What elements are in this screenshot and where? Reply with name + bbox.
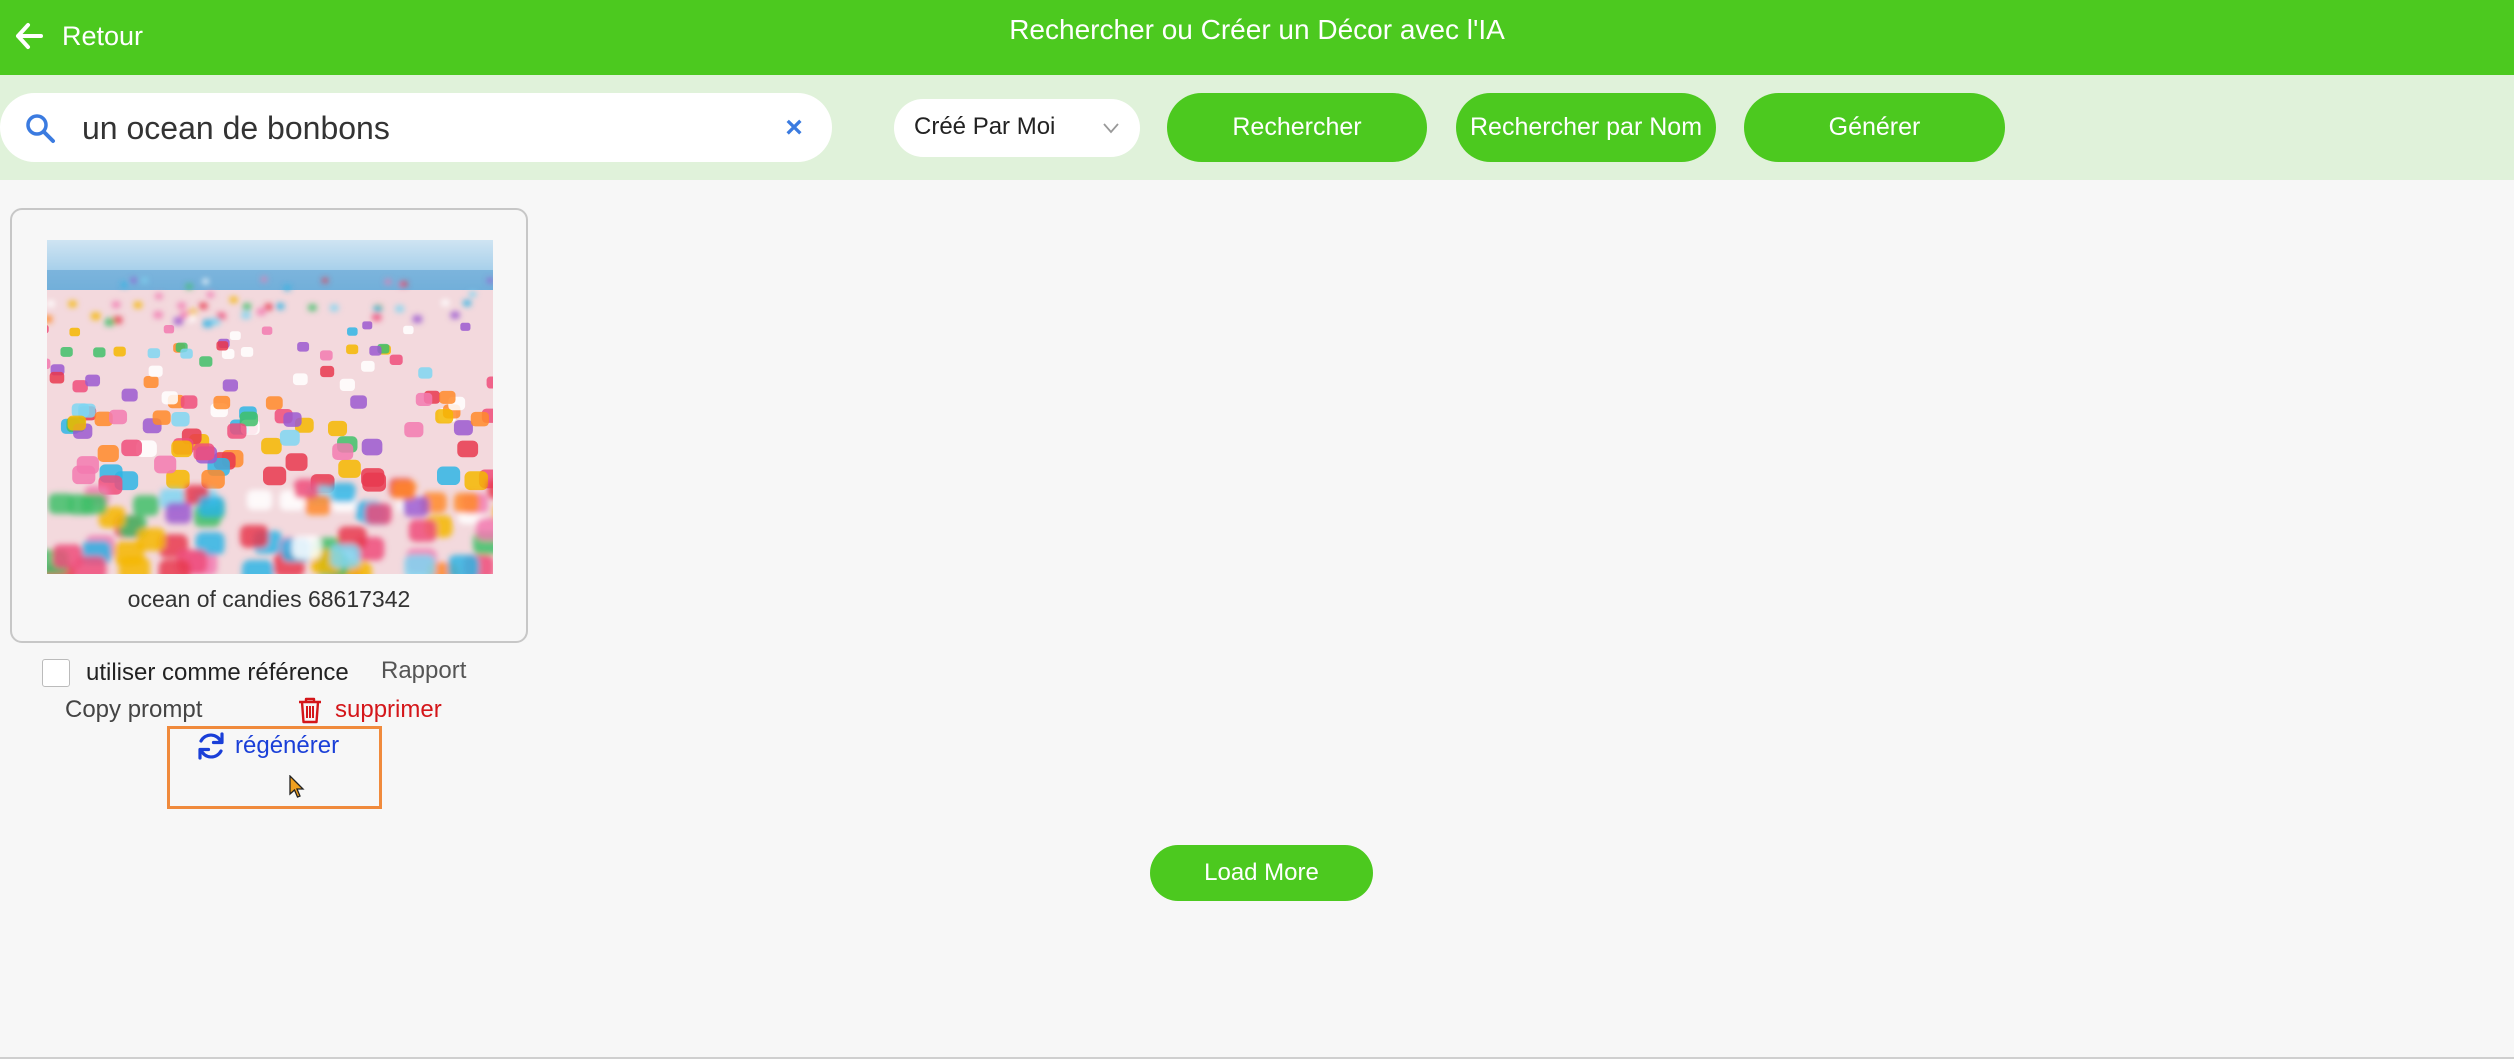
search-icon: [26, 114, 55, 143]
copy-prompt-link[interactable]: Copy prompt: [65, 696, 202, 724]
result-card[interactable]: ocean of candies 68617342: [10, 208, 528, 643]
chevron-down-icon: [1103, 123, 1119, 134]
report-link[interactable]: Rapport: [381, 657, 466, 685]
result-thumbnail[interactable]: [47, 240, 493, 574]
search-toolbar: × Créé Par Moi Rechercher Rechercher par…: [0, 75, 2514, 180]
delete-button[interactable]: supprimer: [295, 694, 442, 726]
highlight-box: [167, 726, 382, 809]
filter-select[interactable]: Créé Par Moi: [894, 99, 1140, 157]
search-by-name-button[interactable]: Rechercher par Nom: [1456, 93, 1716, 162]
page-title: Rechercher ou Créer un Décor avec l'IA: [1009, 14, 1505, 45]
use-as-reference-label: utiliser comme référence: [86, 659, 349, 686]
use-as-reference-checkbox[interactable]: [42, 659, 70, 687]
search-field-container[interactable]: ×: [0, 93, 832, 162]
delete-label: supprimer: [335, 696, 442, 723]
search-button[interactable]: Rechercher: [1167, 93, 1427, 162]
close-icon[interactable]: ×: [780, 113, 808, 143]
search-input[interactable]: [82, 103, 762, 153]
candy-image: [47, 240, 493, 574]
result-caption: ocean of candies 68617342: [127, 586, 411, 612]
trash-icon: [299, 697, 321, 724]
top-bar: Retour Rechercher ou Créer un Décor avec…: [0, 0, 2514, 75]
generate-button[interactable]: Générer: [1744, 93, 2005, 162]
use-as-reference-option[interactable]: utiliser comme référence: [42, 657, 349, 689]
mouse-cursor-icon: [289, 775, 305, 798]
load-more-button[interactable]: Load More: [1150, 845, 1373, 901]
filter-selected-value: Créé Par Moi: [914, 113, 1056, 140]
